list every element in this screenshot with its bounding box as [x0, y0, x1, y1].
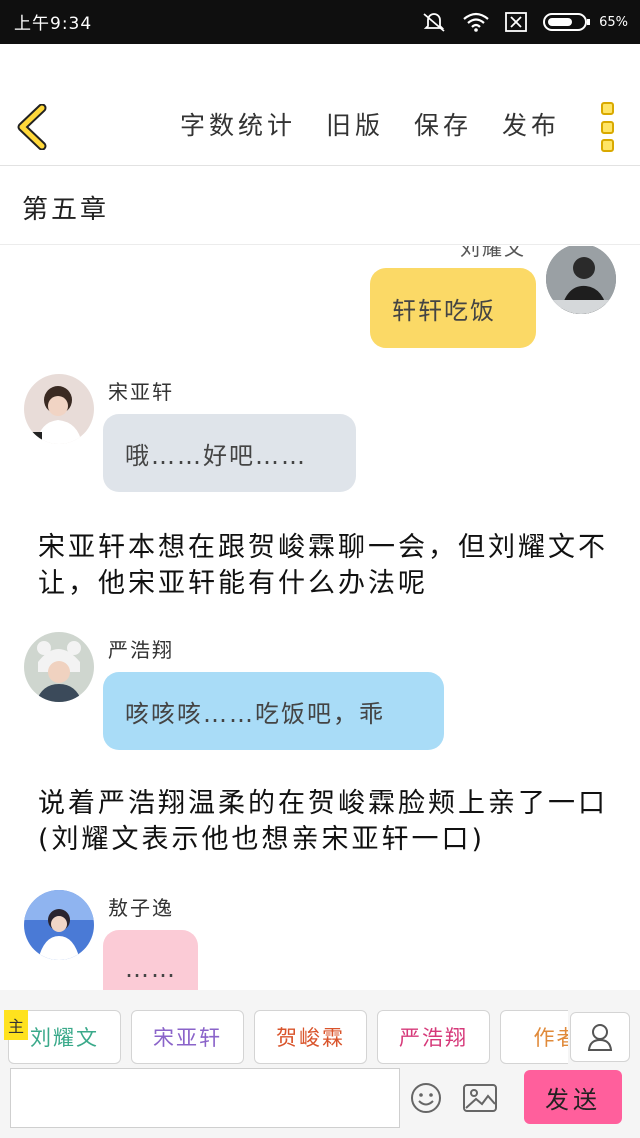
- save-button[interactable]: 保存: [414, 106, 472, 142]
- emoji-button[interactable]: [410, 1082, 442, 1114]
- main-role-tag: 主: [4, 1010, 28, 1040]
- avatar[interactable]: [24, 632, 94, 702]
- role-chip[interactable]: 作者: [500, 1010, 568, 1064]
- role-name: 作者: [533, 1026, 569, 1050]
- no-sim-icon: [505, 12, 527, 32]
- avatar-photo-icon: [24, 632, 94, 702]
- send-button[interactable]: 发送: [524, 1070, 622, 1124]
- composer-panel: 刘耀文 宋亚轩 贺峻霖 严浩翔 作者 发送: [0, 990, 640, 1138]
- message-bubble[interactable]: ……: [103, 930, 198, 990]
- role-chip[interactable]: 严浩翔: [377, 1010, 490, 1064]
- role-chip[interactable]: 贺峻霖: [254, 1010, 367, 1064]
- wifi-icon: [463, 12, 489, 32]
- smiley-icon: [411, 1083, 441, 1113]
- avatar[interactable]: [24, 890, 94, 960]
- more-dot-icon: [600, 139, 614, 152]
- mute-icon: [423, 13, 445, 32]
- editor-toolbar: 字数统计 旧版 保存 发布: [0, 44, 640, 166]
- chat-area[interactable]: 刘耀文 轩轩吃饭 宋亚轩 哦……好吧…… 宋亚轩本想在跟贺峻霖聊一会，但刘耀文不…: [0, 246, 640, 990]
- publish-button[interactable]: 发布: [502, 106, 560, 142]
- back-button[interactable]: [14, 103, 54, 151]
- status-icons: 65%: [421, 10, 628, 34]
- status-time: 上午9:34: [14, 14, 93, 34]
- more-menu-button[interactable]: [596, 102, 618, 152]
- old-version-button[interactable]: 旧版: [326, 106, 384, 142]
- avatar-photo-icon: [546, 246, 616, 314]
- role-selector: 刘耀文 宋亚轩 贺峻霖 严浩翔 作者: [8, 1010, 568, 1064]
- message-bubble[interactable]: 轩轩吃饭: [370, 268, 536, 348]
- battery-percent: 65%: [599, 14, 628, 30]
- avatar-photo-icon: [24, 374, 94, 444]
- more-dot-icon: [600, 102, 614, 115]
- message-input[interactable]: [10, 1068, 400, 1128]
- role-name: 宋亚轩: [153, 1026, 222, 1050]
- chapter-title[interactable]: 第五章: [22, 189, 109, 226]
- avatar[interactable]: [546, 246, 616, 314]
- sender-name: 宋亚轩: [108, 380, 174, 404]
- narration-text[interactable]: 说着严浩翔温柔的在贺峻霖脸颊上亲了一口(刘耀文表示他也想亲宋亚轩一口): [38, 786, 608, 858]
- avatar[interactable]: [24, 374, 94, 444]
- chapter-header: 第五章: [0, 167, 640, 245]
- insert-image-button[interactable]: [462, 1082, 498, 1114]
- toolbar-actions: 字数统计 旧版 保存 发布: [180, 106, 560, 142]
- user-icon: [587, 1024, 613, 1051]
- sender-name: 刘耀文: [460, 246, 526, 260]
- message-bubble[interactable]: 哦……好吧……: [103, 414, 356, 492]
- chevron-left-icon: [17, 103, 47, 151]
- narration-text[interactable]: 宋亚轩本想在跟贺峻霖聊一会，但刘耀文不让，他宋亚轩能有什么办法呢: [38, 530, 608, 602]
- avatar-photo-icon: [24, 890, 94, 960]
- role-name: 刘耀文: [30, 1026, 99, 1050]
- sender-name: 严浩翔: [108, 638, 174, 662]
- more-dot-icon: [600, 120, 614, 134]
- role-name: 严浩翔: [399, 1026, 468, 1050]
- battery-icon: [543, 13, 591, 31]
- status-bar: 上午9:34 65%: [0, 0, 640, 44]
- role-name: 贺峻霖: [276, 1026, 345, 1050]
- image-icon: [463, 1084, 497, 1112]
- message-bubble[interactable]: 咳咳咳……吃饭吧，乖: [103, 672, 444, 750]
- word-count-button[interactable]: 字数统计: [180, 106, 296, 142]
- sender-name: 敖子逸: [108, 896, 174, 920]
- character-profile-button[interactable]: [570, 1012, 630, 1062]
- role-chip[interactable]: 宋亚轩: [131, 1010, 244, 1064]
